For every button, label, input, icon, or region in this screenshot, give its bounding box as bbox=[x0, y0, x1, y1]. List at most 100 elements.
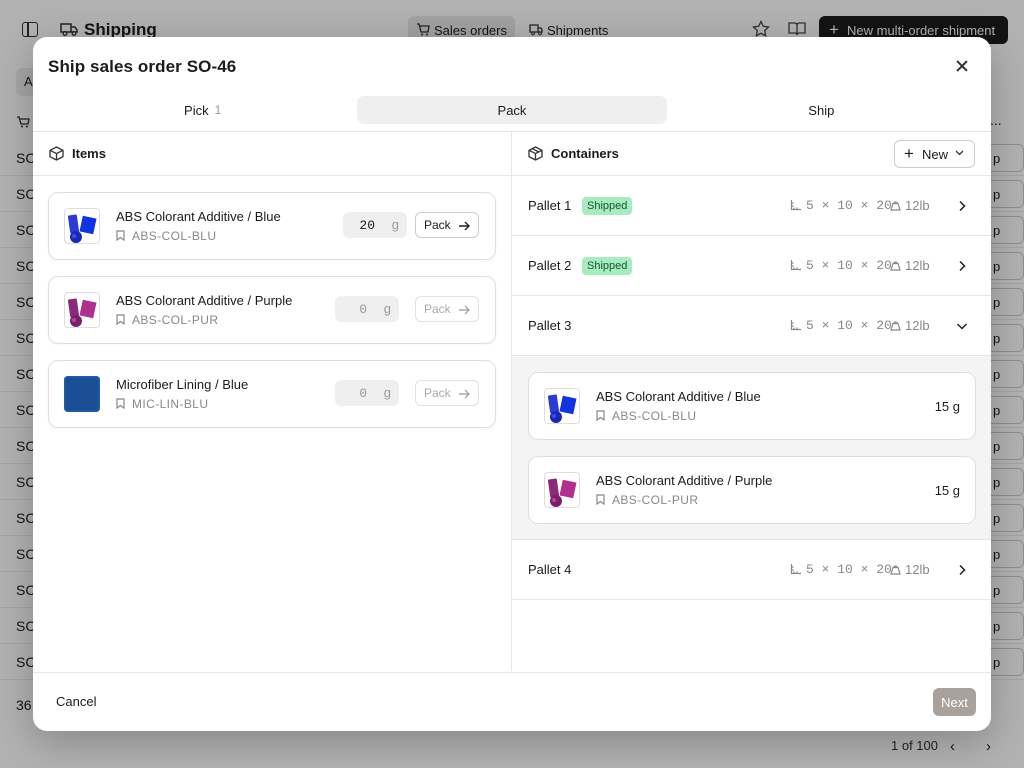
item-name: Microfiber Lining / Blue bbox=[116, 377, 249, 392]
item-amount: 15 g bbox=[934, 483, 960, 498]
pallet-weight: 12lb bbox=[905, 198, 930, 213]
status-badge: Shipped bbox=[582, 197, 633, 215]
bookmark-icon bbox=[596, 494, 605, 505]
bookmark-icon bbox=[116, 314, 125, 325]
pallet-row[interactable]: Pallet 3 5 × 10 × 20 12lb bbox=[512, 296, 991, 356]
quantity-value: 0 bbox=[359, 302, 367, 317]
pallet-dimensions: 5 × 10 × 20 bbox=[806, 258, 892, 273]
pack-label: Pack bbox=[424, 218, 451, 232]
pallet-row[interactable]: Pallet 4 5 × 10 × 20 12lb bbox=[512, 540, 991, 600]
quantity-unit: g bbox=[383, 301, 391, 316]
modal-title: Ship sales order SO-46 bbox=[48, 57, 237, 76]
item-sku: ABS-COL-PUR bbox=[612, 493, 699, 507]
pallet-weight: 12lb bbox=[905, 562, 930, 577]
arrow-right-icon bbox=[459, 305, 470, 315]
pallet-dimensions: 5 × 10 × 20 bbox=[806, 562, 892, 577]
ruler-icon bbox=[790, 564, 801, 575]
quantity-value: 0 bbox=[359, 386, 367, 401]
quantity-unit: g bbox=[391, 217, 399, 232]
weight-icon bbox=[890, 321, 901, 331]
pack-label: Pack bbox=[424, 302, 451, 316]
chevron-down-icon[interactable] bbox=[956, 320, 968, 332]
item-card: Microfiber Lining / Blue MIC-LIN-BLU 0 g… bbox=[48, 360, 496, 428]
close-icon[interactable] bbox=[953, 57, 971, 75]
package-icon bbox=[528, 146, 543, 161]
box-icon bbox=[49, 146, 64, 161]
cancel-button[interactable]: Cancel bbox=[56, 694, 96, 709]
pallet-dimensions: 5 × 10 × 20 bbox=[806, 318, 892, 333]
item-sku: ABS-COL-BLU bbox=[612, 409, 697, 423]
item-sku: ABS-COL-BLU bbox=[132, 229, 217, 243]
bookmark-icon bbox=[116, 398, 125, 409]
weight-icon bbox=[890, 565, 901, 575]
quantity-value: 20 bbox=[359, 218, 375, 233]
step-tabs: Pick 1 Pack Ship bbox=[48, 96, 976, 124]
quantity-input[interactable]: 0 g bbox=[335, 380, 399, 406]
item-name: ABS Colorant Additive / Blue bbox=[596, 389, 761, 404]
modal-footer: Cancel Next bbox=[33, 672, 991, 731]
pallet-contents: ABS Colorant Additive / Blue ABS-COL-BLU… bbox=[512, 356, 991, 540]
chevron-right-icon[interactable] bbox=[956, 200, 968, 212]
pack-button[interactable]: Pack bbox=[415, 380, 479, 406]
step-pick[interactable]: Pick 1 bbox=[48, 96, 357, 124]
weight-icon bbox=[890, 261, 901, 271]
step-count: 1 bbox=[214, 103, 222, 117]
ruler-icon bbox=[790, 260, 801, 271]
pallet-row[interactable]: Pallet 1 Shipped 5 × 10 × 20 12lb bbox=[512, 176, 991, 236]
quantity-input[interactable]: 20 g bbox=[343, 212, 407, 238]
chevron-down-icon bbox=[955, 150, 964, 156]
item-card: ABS Colorant Additive / Blue ABS-COL-BLU… bbox=[48, 192, 496, 260]
pallet-name: Pallet 3 bbox=[528, 318, 572, 333]
product-thumbnail bbox=[544, 472, 580, 508]
product-thumbnail bbox=[64, 292, 100, 328]
new-label: New bbox=[922, 146, 949, 162]
pack-label: Pack bbox=[424, 386, 451, 400]
product-thumbnail bbox=[64, 208, 100, 244]
pallet-dimensions: 5 × 10 × 20 bbox=[806, 198, 892, 213]
pack-button[interactable]: Pack bbox=[415, 212, 479, 238]
ruler-icon bbox=[790, 200, 801, 211]
item-name: ABS Colorant Additive / Purple bbox=[116, 293, 293, 308]
pallet-row[interactable]: Pallet 2 Shipped 5 × 10 × 20 12lb bbox=[512, 236, 991, 296]
chevron-right-icon[interactable] bbox=[956, 260, 968, 272]
quantity-unit: g bbox=[383, 385, 391, 400]
weight-icon bbox=[890, 201, 901, 211]
step-label: Pack bbox=[497, 102, 527, 118]
item-sku: ABS-COL-PUR bbox=[132, 313, 219, 327]
step-label: Pick bbox=[184, 102, 209, 118]
bookmark-icon bbox=[596, 410, 605, 421]
item-card: ABS Colorant Additive / Purple ABS-COL-P… bbox=[48, 276, 496, 344]
containers-panel: Containers New Pallet 1 Shipped 5 × 10 ×… bbox=[512, 132, 991, 671]
item-name: ABS Colorant Additive / Blue bbox=[116, 209, 281, 224]
arrow-right-icon bbox=[459, 389, 470, 399]
ruler-icon bbox=[790, 320, 801, 331]
pallet-name: Pallet 1 bbox=[528, 198, 572, 213]
pack-button[interactable]: Pack bbox=[415, 296, 479, 322]
next-button[interactable]: Next bbox=[933, 688, 976, 716]
step-label: Ship bbox=[808, 102, 835, 118]
ship-order-modal: Ship sales order SO-46 Pick 1 Pack Ship … bbox=[33, 37, 991, 731]
step-ship[interactable]: Ship bbox=[667, 96, 976, 124]
pallet-item-card: ABS Colorant Additive / Purple ABS-COL-P… bbox=[528, 456, 976, 524]
pallet-name: Pallet 2 bbox=[528, 258, 572, 273]
pallet-weight: 12lb bbox=[905, 258, 930, 273]
arrow-right-icon bbox=[459, 221, 470, 231]
bookmark-icon bbox=[116, 230, 125, 241]
pallet-name: Pallet 4 bbox=[528, 562, 572, 577]
step-pack[interactable]: Pack bbox=[357, 96, 667, 124]
items-panel: Items ABS Colorant Additive / Blue ABS-C… bbox=[33, 132, 511, 671]
containers-header: Containers New bbox=[512, 132, 991, 176]
items-header: Items bbox=[33, 132, 511, 176]
product-thumbnail bbox=[64, 376, 100, 412]
chevron-right-icon[interactable] bbox=[956, 564, 968, 576]
quantity-input[interactable]: 0 g bbox=[335, 296, 399, 322]
items-title: Items bbox=[72, 146, 106, 161]
item-name: ABS Colorant Additive / Purple bbox=[596, 473, 773, 488]
status-badge: Shipped bbox=[582, 257, 633, 275]
new-container-button[interactable]: New bbox=[894, 140, 975, 168]
item-amount: 15 g bbox=[934, 399, 960, 414]
pallet-item-card: ABS Colorant Additive / Blue ABS-COL-BLU… bbox=[528, 372, 976, 440]
containers-title: Containers bbox=[551, 146, 619, 161]
product-thumbnail bbox=[544, 388, 580, 424]
pallet-weight: 12lb bbox=[905, 318, 930, 333]
